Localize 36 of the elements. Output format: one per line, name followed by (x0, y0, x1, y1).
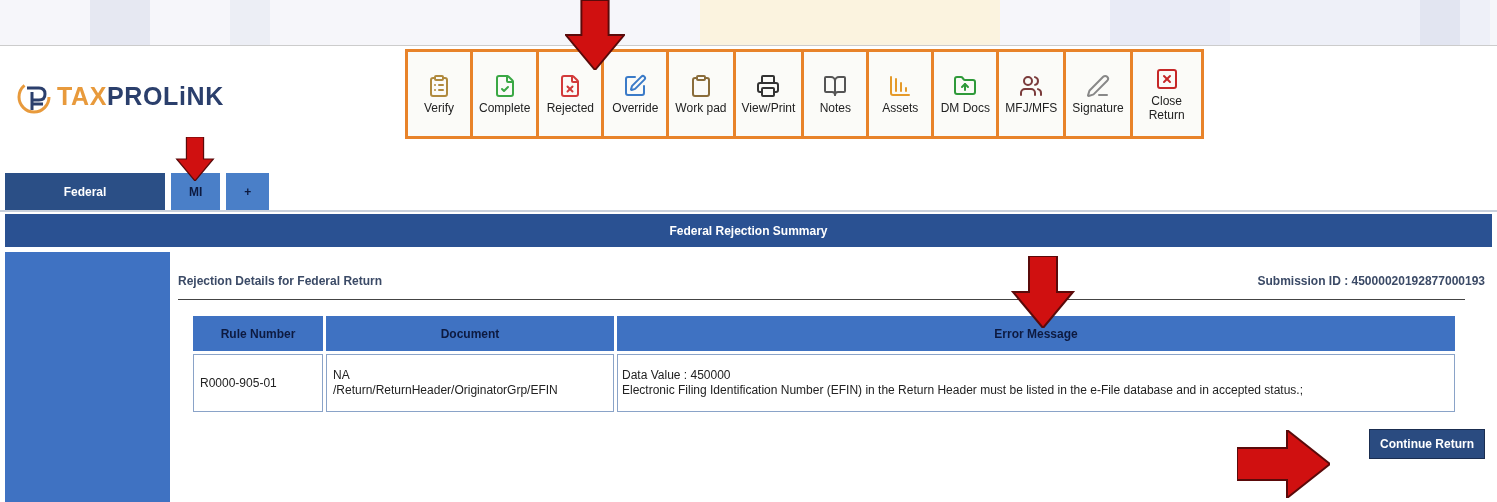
column-header: Document (326, 316, 614, 351)
window-pen-icon (623, 73, 648, 98)
toolbar-button[interactable]: Complete (473, 52, 537, 136)
title-bar: Federal Rejection Summary (5, 214, 1492, 247)
toolbar-button[interactable]: View/Print (735, 52, 802, 136)
toolbar-button[interactable]: Verify (408, 52, 470, 136)
table-cell: R0000-905-01 (193, 354, 323, 412)
table-cell: Data Value : 450000 Electronic Filing Identification Number (EFIN) in the Return Header must be listed in the e-File database and in accepted status.; (617, 354, 1455, 412)
column-header: Rule Number (193, 316, 323, 351)
signature-pen-icon (1086, 73, 1110, 98)
toolbar-button[interactable]: Notes (804, 52, 867, 136)
toolbar-button[interactable]: Assets (869, 52, 932, 136)
tab[interactable]: Federal (5, 173, 165, 210)
printer-icon (756, 73, 781, 98)
tab[interactable]: + (226, 173, 270, 210)
toolbar-button[interactable]: Override (604, 52, 667, 136)
folder-upload-icon (953, 73, 978, 98)
clipboard-icon (427, 73, 451, 98)
submission-id: Submission ID : 45000020192877000193 (1257, 273, 1485, 290)
bar-chart-icon (888, 73, 913, 98)
open-book-icon (823, 73, 848, 98)
toolbar-button[interactable]: Signature (1066, 52, 1130, 136)
toolbar-button[interactable]: Work pad (669, 52, 733, 136)
table-cell: NA /Return/ReturnHeader/OriginatorGrp/EFIN (326, 354, 614, 412)
tab[interactable]: MI (171, 173, 221, 210)
close-icon (1154, 66, 1179, 91)
toolbar-button[interactable]: Rejected (539, 52, 602, 136)
details-heading: Rejection Details for Federal Return (178, 273, 383, 290)
toolbar-button[interactable]: Close Return (1132, 52, 1201, 136)
toolbar-button[interactable]: MFJ/MFS (999, 52, 1064, 136)
column-header: Error Message (617, 316, 1455, 351)
people-icon (1019, 73, 1044, 98)
annotation-arrow (565, 0, 625, 70)
toolbar-button[interactable]: DM Docs (934, 52, 997, 136)
logo-text: TAXPROLiNK (57, 81, 224, 113)
continue-return-button[interactable]: Continue Return (1369, 429, 1485, 459)
